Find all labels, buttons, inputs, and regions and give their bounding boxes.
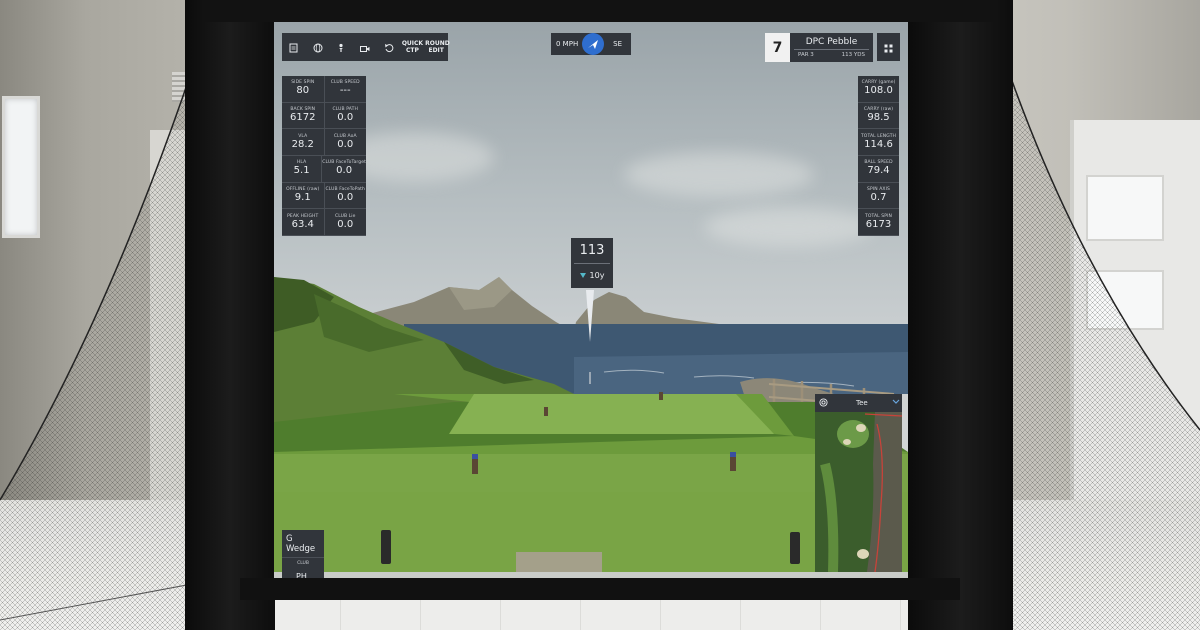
grid-menu-button[interactable]	[877, 33, 900, 61]
target-icon	[819, 397, 828, 409]
round-edit-label-2: EDIT	[428, 47, 444, 54]
wind-direction-arrow-icon	[582, 33, 604, 55]
stat-value: 98.5	[867, 112, 890, 124]
globe-button[interactable]	[306, 33, 330, 61]
stat-value: 0.0	[337, 218, 354, 230]
hole-yards: 113 YDS	[841, 52, 865, 58]
scorecard-button[interactable]	[282, 33, 306, 61]
stat-value: 0.0	[337, 112, 354, 124]
stat-row: BALL SPEED 79.4	[858, 156, 899, 183]
quick-ctp-label-1: QUICK	[401, 40, 424, 47]
club-selector[interactable]: G Wedge CLUB PH	[282, 530, 324, 578]
flag-elevation: 10y	[589, 270, 605, 280]
wind-speed: 0 MPH	[556, 40, 579, 48]
floor-tiles	[260, 600, 940, 630]
stat-cell: CLUB FaceToTarget 0.0	[321, 156, 366, 182]
stat-cell: SIDE SPIN 80	[282, 76, 324, 102]
globe-icon	[313, 38, 323, 57]
tee-button[interactable]	[329, 33, 353, 61]
stat-cell: CARRY (raw) 98.5	[858, 103, 899, 129]
shot-stats-right: CARRY (game) 108.0 CARRY (raw) 98.5 TOTAL LE…	[858, 76, 899, 237]
chevron-down-icon[interactable]	[892, 399, 900, 407]
enclosure-bottom-frame	[240, 578, 960, 600]
hole-card[interactable]: 7 DPC Pebble PAR 3 113 YDS	[765, 33, 873, 62]
stat-cell: PEAK HEIGHT 63.4	[282, 209, 324, 235]
stat-value: 0.0	[337, 192, 354, 204]
stat-value: 0.0	[337, 138, 354, 150]
stat-cell: TOTAL SPIN 6173	[858, 209, 899, 235]
stat-cell: SPIN AXIS 0.7	[858, 183, 899, 209]
stat-row: OFFLINE (raw) 9.1 CLUB FaceToPath 0.0	[282, 182, 367, 210]
camera-button[interactable]	[353, 33, 377, 61]
stat-value: 63.4	[291, 218, 314, 230]
quick-ctp-label-2: CTP	[406, 47, 419, 54]
right-enclosure-curtain	[908, 0, 1013, 630]
elevation-down-icon	[579, 272, 586, 278]
minimap-title: Tee	[856, 399, 868, 407]
round-edit-label-1: ROUND	[425, 40, 450, 47]
left-enclosure-curtain	[185, 0, 275, 630]
stat-row: TOTAL SPIN 6173	[858, 209, 899, 237]
stat-row: BACK SPIN 6172 CLUB PATH 0.0	[282, 102, 367, 130]
stat-value: 80	[296, 85, 310, 97]
undo-button[interactable]	[377, 33, 401, 61]
stat-value: 108.0	[864, 85, 893, 97]
stat-value: 0.0	[336, 165, 353, 177]
camera-icon	[360, 38, 370, 57]
stat-cell: VLA 28.2	[282, 129, 324, 155]
golf-hole-scene	[274, 277, 908, 578]
stat-cell: TOTAL LENGTH 114.6	[858, 129, 899, 155]
stat-cell: CLUB Lie 0.0	[323, 209, 367, 236]
minimap-header: Tee	[815, 394, 902, 412]
stat-cell: CLUB FaceToPath 0.0	[323, 182, 367, 209]
stat-row: SPIN AXIS 0.7	[858, 183, 899, 210]
stat-cell: BACK SPIN 6172	[282, 103, 324, 129]
stat-value: 0.7	[870, 192, 887, 204]
stat-value: 6173	[865, 218, 892, 230]
undo-icon	[384, 38, 394, 57]
club-name: G Wedge	[286, 534, 316, 554]
stat-cell: OFFLINE (raw) 9.1	[282, 183, 324, 209]
stat-value: 114.6	[864, 138, 893, 150]
stat-value: 6172	[290, 112, 316, 124]
minimap[interactable]: Tee	[815, 394, 902, 572]
stat-value: 28.2	[291, 138, 314, 150]
hole-number: 7	[765, 33, 790, 62]
enclosure-top-frame	[205, 0, 995, 22]
stat-row: PEAK HEIGHT 63.4 CLUB Lie 0.0	[282, 209, 367, 237]
round-edit-button[interactable]: ROUND EDIT	[424, 33, 450, 61]
stat-row: HLA 5.1 CLUB FaceToTarget 0.0	[282, 156, 366, 183]
club-label: CLUB	[282, 557, 324, 566]
stat-cell: HLA 5.1	[282, 156, 321, 182]
stat-row: SIDE SPIN 80 CLUB SPEED ---	[282, 76, 366, 103]
shot-stats-left: SIDE SPIN 80 CLUB SPEED --- BACK SPIN 6172 CLU…	[282, 76, 367, 237]
stat-value: 79.4	[867, 165, 890, 177]
stat-cell: CLUB SPEED ---	[323, 76, 367, 102]
minimap-terrain	[815, 412, 902, 572]
stat-row: CARRY (raw) 98.5	[858, 103, 899, 130]
course-name: DPC Pebble	[794, 37, 869, 50]
wind-direction: SE	[613, 40, 622, 48]
wind-indicator: 0 MPH SE	[551, 33, 631, 55]
toolbar: QUICK CTP ROUND EDIT	[282, 33, 450, 61]
grid-icon	[884, 38, 893, 57]
stat-row: TOTAL LENGTH 114.6	[858, 129, 899, 157]
stat-cell: CARRY (game) 108.0	[858, 76, 899, 102]
stat-value: ---	[339, 85, 351, 97]
scorecard-icon	[289, 38, 298, 57]
flag-distance-marker: 113 10y	[571, 238, 613, 288]
stat-value: 9.1	[294, 192, 311, 204]
stat-value: 5.1	[293, 165, 310, 177]
stat-cell: CLUB PATH 0.0	[323, 102, 367, 129]
club-short: PH	[296, 572, 307, 578]
stat-cell: BALL SPEED 79.4	[858, 156, 899, 182]
stat-cell: CLUB AoA 0.0	[323, 129, 367, 156]
projection-screen: QUICK CTP ROUND EDIT 0 MPH SE 7 DPC Pebble…	[274, 22, 908, 578]
quick-ctp-button[interactable]: QUICK CTP	[401, 33, 425, 61]
flag-distance: 113	[574, 238, 610, 264]
stat-row: CARRY (game) 108.0	[858, 76, 899, 103]
hole-par: PAR 3	[798, 52, 814, 58]
stat-row: VLA 28.2 CLUB AoA 0.0	[282, 129, 367, 157]
tee-icon	[336, 38, 346, 57]
